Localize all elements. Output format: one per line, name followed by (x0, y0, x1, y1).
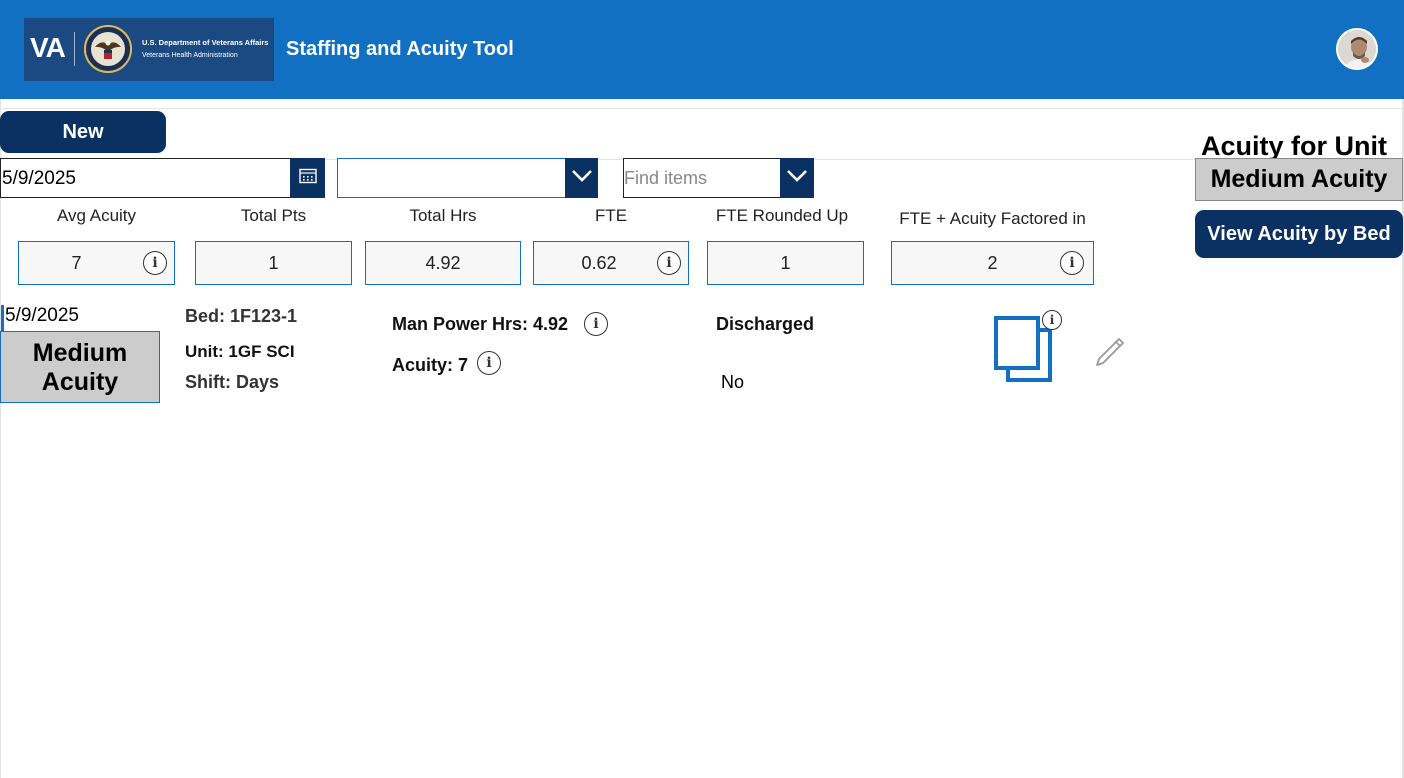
fte-rounded-field: 1 (707, 241, 864, 285)
record-bed: Bed: 1F123-1 (185, 306, 298, 326)
chevron-down-icon (571, 169, 593, 188)
record-acuity-line1: Medium (32, 339, 128, 367)
info-icon[interactable]: i (1042, 310, 1062, 330)
calendar-icon (298, 168, 317, 189)
va-logo: VA U.S. Department of Veterans Affairs V… (24, 18, 274, 81)
fte-label: FTE (594, 206, 628, 225)
record-date[interactable]: 5/9/2025 (5, 305, 79, 327)
logo-department-text: U.S. Department of Veterans Affairs (142, 38, 269, 47)
fte-rounded-value: 1 (780, 252, 791, 273)
user-avatar[interactable] (1336, 28, 1378, 70)
app-header: VA U.S. Department of Veterans Affairs V… (0, 0, 1404, 99)
find-items-toggle[interactable] (780, 158, 814, 198)
avg-acuity-label: Avg Acuity (56, 206, 137, 225)
total-pts-field: 1 (195, 241, 352, 285)
fte-acuity-value: 2 (987, 252, 998, 273)
record-acuity-line2: Acuity (41, 368, 119, 396)
avg-acuity-value: 7 (71, 252, 82, 273)
info-icon[interactable]: i (657, 251, 681, 275)
logo-divider (74, 32, 75, 66)
record-man-power-hrs: Man Power Hrs: 4.92 (392, 314, 569, 334)
total-hrs-value: 4.92 (425, 252, 461, 273)
fte-value: 0.62 (581, 252, 617, 273)
find-items-combobox[interactable]: Find items (623, 158, 780, 198)
edit-pencil-icon[interactable] (1093, 335, 1127, 369)
date-picker-input[interactable]: 5/9/2025 (0, 158, 290, 198)
info-icon[interactable]: i (143, 251, 167, 275)
unit-dropdown-toggle[interactable] (565, 158, 598, 198)
record-shift: Shift: Days (185, 372, 280, 392)
record-unit: Unit: 1GF SCI (185, 342, 295, 361)
total-pts-value: 1 (268, 252, 279, 273)
view-acuity-by-bed-button[interactable]: View Acuity by Bed (1195, 210, 1403, 258)
logo-va-text: VA (30, 32, 66, 63)
selected-indicator (1, 305, 4, 331)
total-hrs-field: 4.92 (365, 241, 521, 285)
logo-vha-text: Veterans Health Administration (142, 52, 238, 59)
left-border (0, 99, 1, 778)
top-separator (0, 108, 1404, 109)
total-pts-label: Total Pts (240, 206, 307, 225)
info-icon[interactable]: i (477, 351, 501, 375)
discharged-value: No (721, 372, 745, 392)
fte-acuity-label: FTE + Acuity Factored in (899, 209, 1086, 228)
unit-acuity-badge: Medium Acuity (1195, 158, 1403, 201)
calendar-button[interactable] (290, 158, 325, 198)
fte-rounded-label: FTE Rounded Up (715, 206, 849, 225)
info-icon[interactable]: i (584, 312, 608, 336)
app-title: Staffing and Acuity Tool (286, 38, 514, 60)
chevron-down-icon (786, 169, 808, 188)
va-seal-icon (84, 25, 132, 73)
record-acuity: Acuity: 7 (392, 355, 469, 375)
total-hrs-label: Total Hrs (409, 206, 477, 225)
discharged-label: Discharged (716, 314, 815, 334)
info-icon[interactable]: i (1060, 251, 1084, 275)
record-acuity-badge[interactable]: Medium Acuity (0, 331, 160, 403)
new-button[interactable]: New (0, 111, 166, 153)
unit-dropdown[interactable] (337, 158, 565, 198)
